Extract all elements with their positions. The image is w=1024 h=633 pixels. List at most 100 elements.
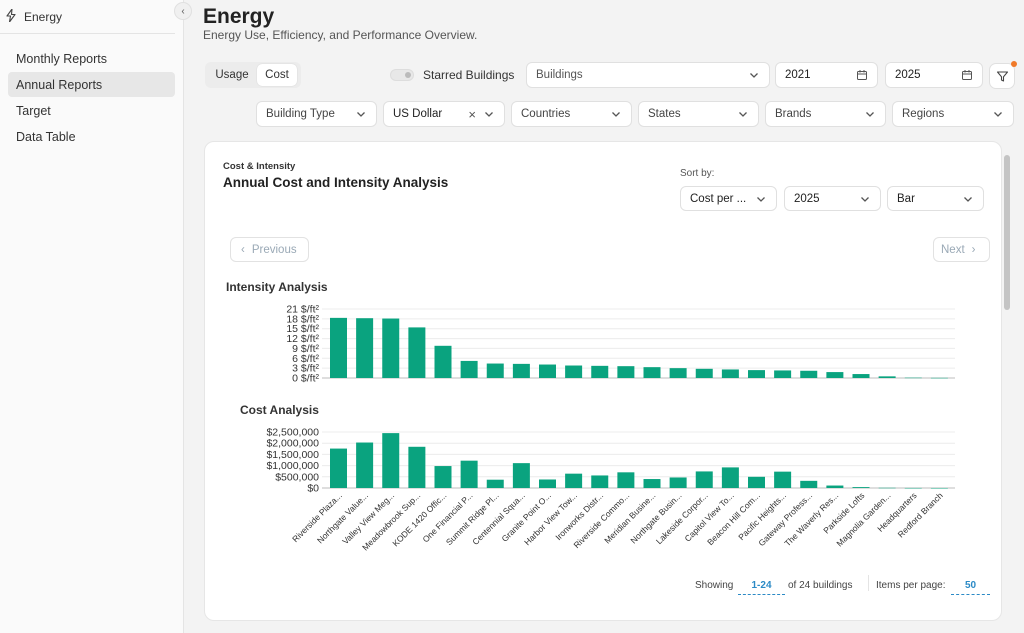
chevron-down-icon [994,112,1002,117]
buildings-select[interactable]: Buildings [526,62,770,88]
buildings-select-value: Buildings [536,69,583,81]
intensity-y-tick-label: 21 $/ft² [286,304,319,316]
brands-value: Brands [775,108,812,120]
chevron-down-icon [866,112,874,117]
cost-bar [643,479,661,488]
clear-icon[interactable]: × [468,107,476,122]
showing-label: Showing [695,580,734,591]
sidebar-section-title: Energy [24,9,63,24]
cost-bar [434,466,452,488]
cost-intensity-card: Cost & Intensity Annual Cost and Intensi… [204,141,1002,621]
cost-y-tick-label: $0 [307,483,319,495]
intensity-bar [512,363,530,378]
cost-bar [330,448,347,488]
currency-select[interactable]: US Dollar × [383,101,505,127]
items-per-page-label: Items per page: [876,580,946,591]
sidebar-item-label: Target [16,103,51,118]
start-year-picker[interactable]: 2021 [775,62,878,88]
cost-bar [565,473,583,488]
vertical-scrollbar[interactable] [1004,155,1010,310]
countries-select[interactable]: Countries [511,101,632,127]
cost-intensity-charts: 0 $/ft²3 $/ft²6 $/ft²9 $/ft²12 $/ft²15 $… [266,304,955,553]
usage-toggle-button[interactable]: Usage [207,64,257,86]
cost-bar [356,442,374,488]
cost-bar [382,433,400,488]
cost-bar [617,472,635,488]
cost-bar [460,460,478,488]
sidebar: Energy ‹ Monthly Reports Annual Reports … [0,0,192,633]
intensity-bar [774,370,792,378]
intensity-bar [486,363,504,378]
countries-value: Countries [521,108,571,120]
intensity-bar [408,327,426,378]
intensity-bar [382,318,400,378]
end-year-picker[interactable]: 2025 [885,62,983,88]
intensity-bar [356,318,374,378]
starred-buildings-label: Starred Buildings [423,68,515,82]
chevron-down-icon [357,112,365,117]
intensity-bar [434,345,452,378]
items-per-page-selector[interactable]: 50 [951,580,990,595]
sidebar-item-data-table[interactable]: Data Table [8,124,175,149]
chevron-down-icon [739,112,747,117]
cost-bar [669,477,687,488]
cost-bar [774,471,792,488]
intensity-bar [852,374,870,378]
cost-toggle-button[interactable]: Cost [257,64,297,86]
sidebar-item-label: Data Table [16,129,76,144]
regions-select[interactable]: Regions [892,101,1014,127]
chevron-down-icon [750,73,758,78]
end-year-value: 2025 [895,69,921,81]
intensity-bar [330,317,347,378]
intensity-bar [748,370,765,378]
calendar-icon [857,70,867,80]
page-title: Energy [203,5,275,28]
states-value: States [648,108,681,120]
total-buildings-text: of 24 buildings [788,580,853,591]
start-year-value: 2021 [785,69,811,81]
chevron-down-icon [612,112,620,117]
filter-icon [996,70,1008,82]
cost-bar [486,479,504,488]
cost-bar [748,476,765,488]
filter-active-indicator [1011,61,1017,67]
cost-y-tick-label: $1,500,000 [266,449,319,461]
filter-button[interactable] [989,63,1015,89]
sidebar-nav: Monthly Reports Annual Reports Target Da… [0,34,183,149]
footer-divider [868,575,869,591]
cost-bar [695,471,713,488]
lightning-icon [6,7,20,25]
calendar-icon [962,70,972,80]
intensity-bar [930,377,948,379]
building-type-value: Building Type [266,108,335,120]
page-subtitle: Energy Use, Efficiency, and Performance … [203,28,478,42]
cost-bar [800,480,818,488]
cost-bar [852,487,870,488]
cost-y-tick-label: $2,500,000 [266,427,319,439]
chevron-down-icon [485,112,493,117]
cost-y-tick-label: $1,000,000 [266,460,319,472]
cost-y-tick-label: $2,000,000 [266,438,319,450]
intensity-bar [669,368,687,378]
intensity-bar [904,377,922,379]
states-select[interactable]: States [638,101,759,127]
cost-bar [904,487,922,489]
main-content: Energy Energy Use, Efficiency, and Perfo… [184,0,1024,633]
building-type-select[interactable]: Building Type [256,101,377,127]
sidebar-item-annual-reports[interactable]: Annual Reports [8,72,175,97]
intensity-bar [826,372,844,378]
intensity-bar [695,368,713,378]
intensity-bar [721,369,739,378]
cost-bar [512,463,530,488]
sidebar-item-target[interactable]: Target [8,98,175,123]
sidebar-item-monthly-reports[interactable]: Monthly Reports [8,46,175,71]
currency-value: US Dollar [393,108,443,120]
sidebar-item-label: Monthly Reports [16,51,108,66]
page-range-selector[interactable]: 1-24 [738,580,785,595]
starred-buildings-switch[interactable] [390,69,414,81]
brands-select[interactable]: Brands [765,101,886,127]
cost-bar [826,485,844,488]
intensity-bar [565,365,583,378]
cost-bar [878,487,896,489]
cost-bar [591,475,609,488]
